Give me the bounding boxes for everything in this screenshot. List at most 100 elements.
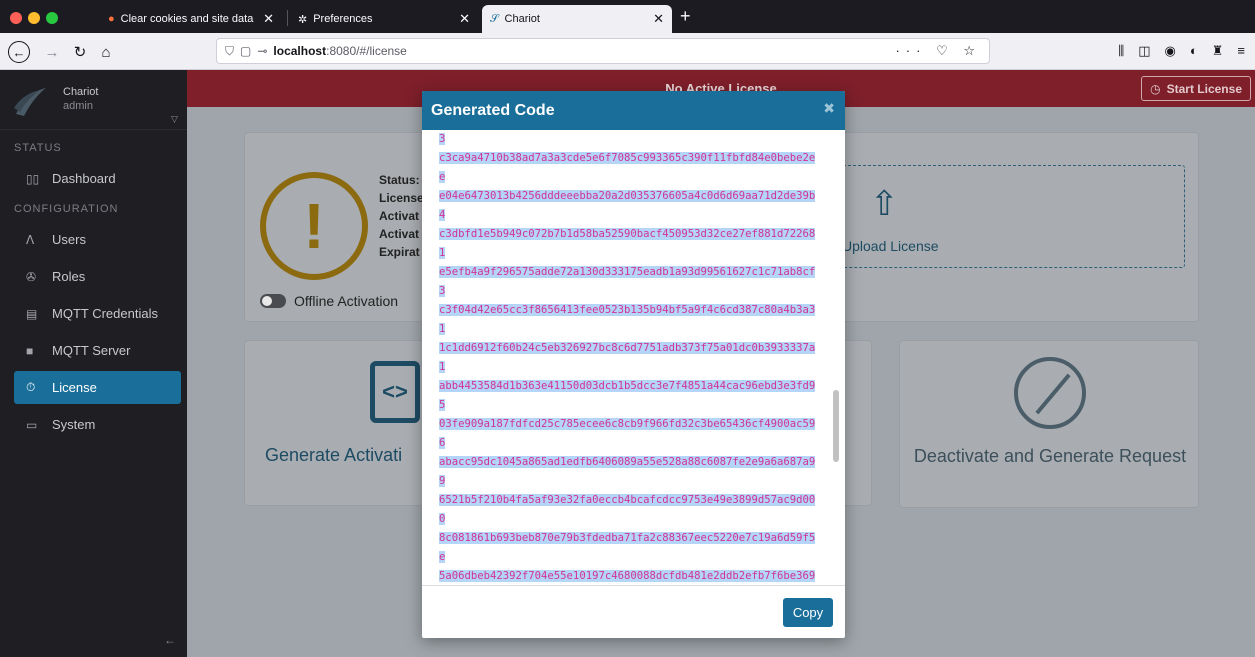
section-status: STATUS bbox=[14, 142, 62, 154]
puzzle-icon[interactable]: ♜ bbox=[1212, 43, 1224, 59]
sidebar-item-dashboard[interactable]: ▯▯ Dashboard bbox=[14, 162, 181, 195]
browser-tab-clear-cookies[interactable]: ● Clear cookies and site data in Fi ✕ bbox=[100, 5, 282, 33]
minimize-window-button[interactable] bbox=[28, 12, 40, 24]
account-icon[interactable]: ◉ bbox=[1165, 43, 1176, 59]
credentials-icon: ▤ bbox=[26, 306, 38, 321]
status-line: Activat bbox=[379, 227, 420, 241]
code-line: 3 bbox=[439, 282, 819, 301]
code-line-text: 1 bbox=[439, 247, 446, 259]
monitor-icon: ▭ bbox=[26, 417, 38, 432]
generate-activation-label: Generate Activati bbox=[265, 445, 403, 465]
maximize-window-button[interactable] bbox=[46, 12, 58, 24]
new-tab-icon[interactable]: + bbox=[680, 5, 691, 27]
home-icon[interactable]: ⌂ bbox=[94, 40, 118, 64]
code-line: 1 bbox=[439, 320, 819, 339]
toolbar-icons: ⫼ ◫ ◉ ◐ ♜ ≡ bbox=[1118, 43, 1245, 59]
code-line-text: e bbox=[439, 171, 446, 183]
code-line: 9 bbox=[439, 472, 819, 491]
close-tab-icon[interactable]: ✕ bbox=[653, 11, 664, 27]
code-line: e5efb4a9f296575adde72a130d333175eadb1a93… bbox=[439, 263, 819, 282]
generated-code-text[interactable]: 3 c3ca9a4710b38ad7a3a3cde5e6f7085c993365c… bbox=[439, 130, 819, 585]
scrollbar-thumb[interactable] bbox=[833, 390, 839, 462]
server-icon: ■ bbox=[26, 343, 34, 358]
code-line-text: e04e6473013b4256dddeeebba20a2d035376605a… bbox=[439, 190, 816, 202]
gear-icon: ✲ bbox=[298, 13, 308, 26]
firefox-icon: ● bbox=[108, 13, 115, 25]
code-line: c3f04d42e65cc3f8656413fee0523b135b94bf5a… bbox=[439, 301, 819, 320]
offline-activation-toggle[interactable] bbox=[260, 294, 286, 308]
sidebar-item-label: Dashboard bbox=[52, 171, 116, 186]
forward-icon[interactable]: → bbox=[40, 40, 64, 64]
sidebar-item-label: Roles bbox=[52, 269, 86, 284]
brand-header[interactable]: Chariot admin ▽ bbox=[0, 70, 187, 130]
code-line-text: e5efb4a9f296575adde72a130d333175eadb1a93… bbox=[439, 266, 816, 278]
code-line: abacc95dc1045a865ad1edfb6406089a55e528a8… bbox=[439, 453, 819, 472]
close-tab-icon[interactable]: ✕ bbox=[459, 11, 470, 27]
code-line: e bbox=[439, 548, 819, 567]
code-line: 8c081861b693beb870e79b3fdedba71fa2c88367… bbox=[439, 529, 819, 548]
url-bar[interactable]: ⛉ ▢ ⊸ localhost :8080/#/license ··· ♡ ☆ bbox=[216, 38, 990, 64]
menu-icon[interactable]: ≡ bbox=[1237, 43, 1245, 59]
browser-tab-chariot[interactable]: 𝒮 Chariot ✕ bbox=[482, 5, 672, 33]
sidebar-icon[interactable]: ◫ bbox=[1138, 43, 1150, 59]
collapse-sidebar-icon[interactable]: ← bbox=[164, 633, 176, 647]
offline-activation-label: Offline Activation bbox=[294, 293, 399, 309]
key-icon: ⊸ bbox=[257, 44, 268, 58]
browser-tab-preferences[interactable]: ✲ Preferences ✕ bbox=[290, 5, 478, 33]
code-line-text: 03fe909a187fdfcd25c785ecee6c8cb9f966fd32… bbox=[439, 418, 816, 430]
sidebar-item-mqtt-credentials[interactable]: ▤ MQTT Credentials bbox=[14, 297, 181, 330]
code-line: 0 bbox=[439, 510, 819, 529]
tab-title: Chariot bbox=[504, 13, 540, 25]
reload-icon[interactable]: ↻ bbox=[68, 40, 92, 64]
close-window-button[interactable] bbox=[10, 12, 22, 24]
deactivate-card[interactable]: Deactivate and Generate Request bbox=[899, 340, 1199, 508]
code-line: 1 bbox=[439, 244, 819, 263]
warning-icon: ! bbox=[260, 172, 368, 280]
sidebar-item-roles[interactable]: ✇ Roles bbox=[14, 260, 181, 293]
chevron-down-icon[interactable]: ▽ bbox=[171, 114, 178, 125]
code-line-text: 6521b5f210b4fa5af93e32fa0eccb4bcafcdcc97… bbox=[439, 494, 816, 506]
tab-title: Preferences bbox=[313, 13, 373, 25]
url-path: :8080/#/license bbox=[326, 44, 407, 58]
close-tab-icon[interactable]: ✕ bbox=[263, 11, 274, 27]
code-line: 1 bbox=[439, 358, 819, 377]
sidebar-item-license[interactable]: ⏱ License bbox=[14, 371, 181, 404]
status-details: Status: License Activat Activat Expirat bbox=[379, 171, 424, 261]
browser-nav-bar: ← → ↻ ⌂ ⛉ ▢ ⊸ localhost :8080/#/license … bbox=[0, 33, 1255, 70]
shield-icon: ⛉ bbox=[225, 43, 235, 58]
code-line-text: 1 bbox=[439, 361, 446, 373]
app-name: Chariot bbox=[63, 86, 99, 98]
code-line-text: abacc95dc1045a865ad1edfb6406089a55e528a8… bbox=[439, 456, 816, 468]
upload-license-dropzone[interactable]: ⇧ Upload License bbox=[785, 165, 1185, 268]
browser-tab-bar: ● Clear cookies and site data in Fi ✕ ✲ … bbox=[0, 0, 1255, 33]
modal-body[interactable]: 3 c3ca9a4710b38ad7a3a3cde5e6f7085c993365c… bbox=[422, 130, 845, 586]
sidebar-item-mqtt-server[interactable]: ■ MQTT Server bbox=[14, 334, 181, 367]
library-icon[interactable]: ⫼ bbox=[1118, 43, 1124, 59]
modal-header: Generated Code ✖ bbox=[422, 91, 845, 130]
code-line-text: e bbox=[439, 551, 446, 563]
sidebar-item-label: MQTT Server bbox=[52, 343, 131, 358]
scrollbar[interactable] bbox=[833, 130, 843, 585]
close-icon[interactable]: ✖ bbox=[823, 100, 835, 117]
code-line: e04e6473013b4256dddeeebba20a2d035376605a… bbox=[439, 187, 819, 206]
sidebar-item-system[interactable]: ▭ System bbox=[14, 408, 181, 441]
back-icon[interactable]: ← bbox=[8, 41, 30, 63]
code-line: 5a06dbeb42392f704e55e10197c4680088dcfdb4… bbox=[439, 567, 819, 585]
sidebar-item-users[interactable]: ⴷ Users bbox=[14, 223, 181, 256]
status-line: Activat bbox=[379, 209, 420, 223]
code-line: 5 bbox=[439, 396, 819, 415]
extension-icon[interactable]: ◐ bbox=[1190, 43, 1198, 59]
code-line-text: 8c081861b693beb870e79b3fdedba71fa2c88367… bbox=[439, 532, 816, 544]
code-line: abb4453584d1b363e41150d03dcb1b5dcc3e7f48… bbox=[439, 377, 819, 396]
url-host: localhost bbox=[273, 44, 327, 58]
status-line: Expirat bbox=[379, 245, 420, 259]
sidebar-item-label: System bbox=[52, 417, 96, 432]
copy-button[interactable]: Copy bbox=[783, 598, 833, 627]
page-actions-icon[interactable]: ··· ♡ ☆ bbox=[895, 43, 981, 59]
status-line: License bbox=[379, 191, 424, 205]
code-file-icon: <> bbox=[370, 361, 420, 423]
section-configuration: CONFIGURATION bbox=[14, 203, 119, 215]
sidebar-item-label: Users bbox=[52, 232, 86, 247]
start-license-button[interactable]: ◷ Start License bbox=[1141, 76, 1251, 101]
code-line-text: 3 bbox=[439, 133, 446, 145]
